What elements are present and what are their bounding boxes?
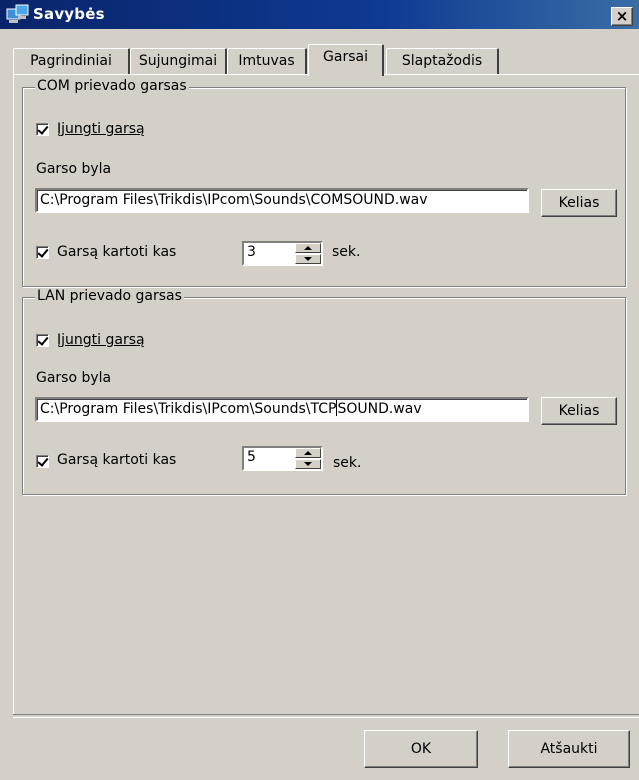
ok-label: OK	[410, 741, 432, 757]
ok-button[interactable]: OK	[364, 730, 478, 768]
lan-repeat-stepper[interactable]: 5	[242, 446, 323, 471]
com-repeat-stepper[interactable]: 3	[242, 241, 323, 266]
lan-browse-button[interactable]: Kelias	[541, 397, 617, 425]
cancel-label: Atšaukti	[540, 741, 598, 757]
lan-enable-checkbox[interactable]	[36, 334, 49, 347]
close-button[interactable]: ×	[611, 7, 633, 26]
tab-label: Slaptažodis	[401, 53, 483, 69]
properties-dialog: Savybės × Pagrindiniai Sujungimai Imtuva…	[0, 0, 639, 780]
lan-file-path-value-start: C:\Program Files\Trikdis\IPcom\Sounds\TC…	[40, 401, 337, 417]
lan-browse-label: Kelias	[558, 403, 600, 419]
lan-repeat-value: 5	[247, 449, 256, 465]
tab-label: Pagrindiniai	[30, 53, 112, 69]
com-enable-checkbox[interactable]	[36, 123, 49, 136]
tab-sujungimai[interactable]: Sujungimai	[130, 48, 227, 74]
com-group-title: COM prievado garsas	[35, 78, 189, 94]
tab-garsai[interactable]: Garsai	[308, 44, 384, 76]
app-computer-icon	[6, 4, 29, 23]
com-file-label: Garso byla	[36, 161, 112, 177]
lan-file-path-input[interactable]: C:\Program Files\Trikdis\IPcom\Sounds\TC…	[35, 397, 529, 422]
lan-repeat-label: Garsą kartoti kas	[57, 452, 177, 468]
tab-slaptazodis[interactable]: Slaptažodis	[386, 48, 499, 74]
tab-label: Imtuvas	[238, 53, 295, 69]
chevron-up-icon[interactable]	[295, 243, 321, 253]
tab-pagrindiniai[interactable]: Pagrindiniai	[13, 48, 130, 74]
close-icon: ×	[615, 7, 629, 25]
chevron-down-icon[interactable]	[295, 459, 321, 469]
com-file-path-value: C:\Program Files\Trikdis\IPcom\Sounds\CO…	[40, 192, 428, 208]
tab-label: Garsai	[323, 49, 368, 65]
lan-file-label: Garso byla	[36, 370, 112, 386]
lan-stepper-buttons	[295, 448, 321, 469]
lan-file-path-value-end: SOUND.wav	[337, 401, 422, 417]
lan-enable-label: Įjungti garsą	[57, 332, 145, 348]
com-enable-label: Įjungti garsą	[57, 121, 145, 137]
com-repeat-checkbox[interactable]	[36, 246, 49, 259]
chevron-down-icon[interactable]	[295, 254, 321, 264]
tab-label: Sujungimai	[138, 53, 218, 69]
lan-group-title: LAN prievado garsas	[35, 288, 184, 304]
com-repeat-label: Garsą kartoti kas	[57, 244, 177, 260]
com-browse-button[interactable]: Kelias	[541, 189, 617, 217]
lan-unit-label: sek.	[333, 455, 362, 471]
tab-strip: Pagrindiniai Sujungimai Imtuvas Garsai S…	[0, 44, 639, 76]
chevron-up-icon[interactable]	[295, 448, 321, 458]
footer-separator	[13, 714, 639, 718]
tab-imtuvas[interactable]: Imtuvas	[227, 48, 307, 74]
cancel-button[interactable]: Atšaukti	[508, 730, 630, 768]
com-unit-label: sek.	[332, 244, 361, 260]
com-stepper-buttons	[295, 243, 321, 264]
window-title: Savybės	[33, 5, 105, 23]
title-bar[interactable]: Savybės ×	[0, 0, 639, 29]
com-browse-label: Kelias	[558, 195, 600, 211]
com-file-path-input[interactable]: C:\Program Files\Trikdis\IPcom\Sounds\CO…	[35, 188, 529, 213]
com-repeat-value: 3	[247, 244, 256, 260]
lan-repeat-checkbox[interactable]	[36, 455, 49, 468]
